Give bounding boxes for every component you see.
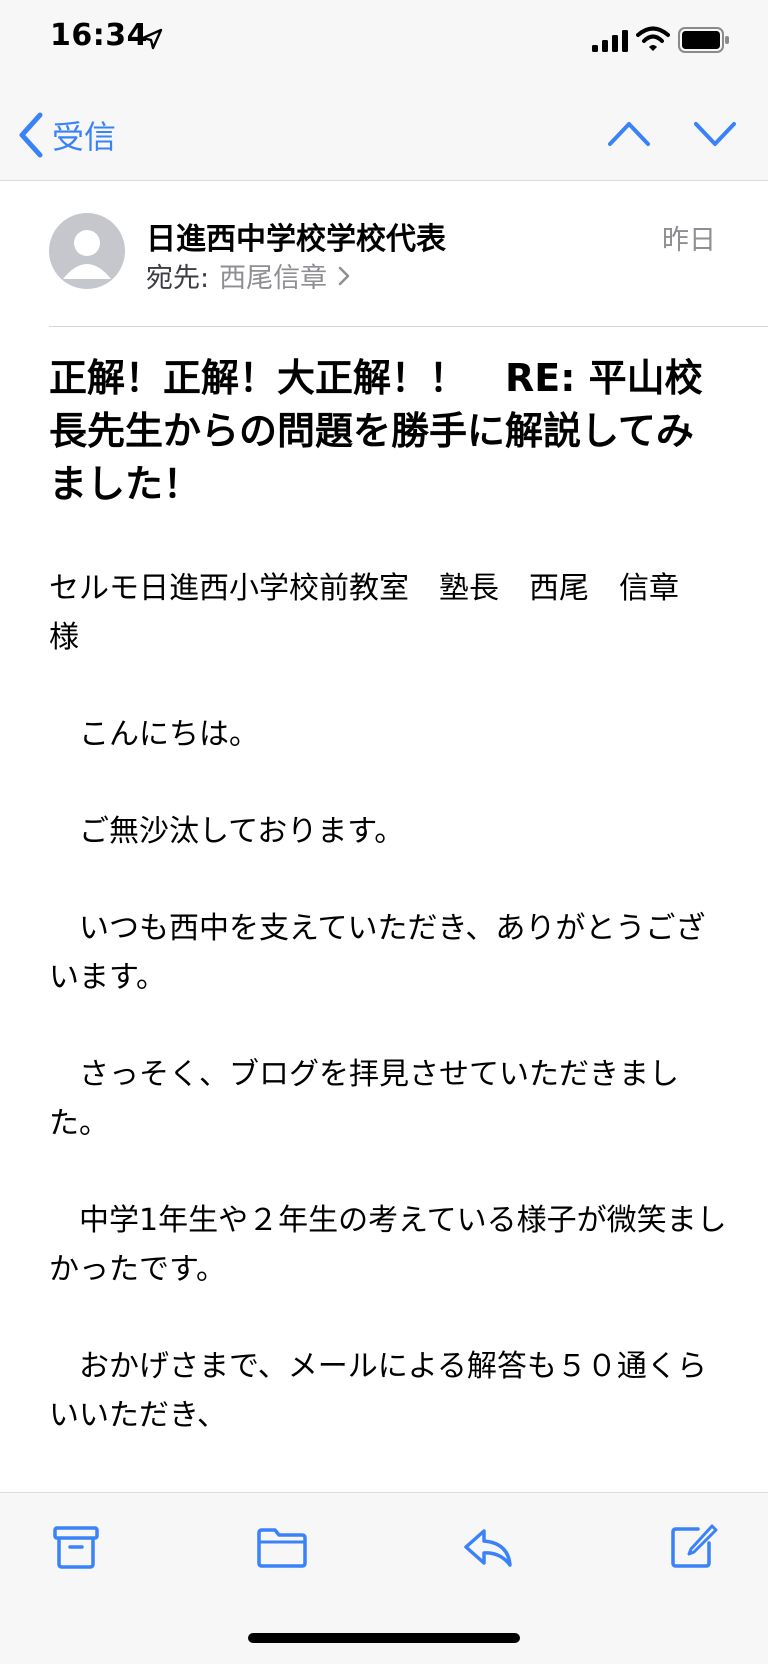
home-indicator[interactable] [248, 1633, 520, 1643]
email-subject: 正解！正解！大正解！！ RE: 平山校長先生からの問題を勝手に解説してみました！ [49, 356, 703, 506]
folder-icon[interactable] [256, 1523, 308, 1571]
header-divider [49, 326, 768, 327]
chevron-left-icon [19, 112, 43, 158]
compose-icon[interactable] [668, 1523, 720, 1571]
wifi-icon [636, 26, 670, 51]
recipient-row[interactable]: 宛先: 西尾信章 [146, 256, 351, 295]
to-label: 宛先: [146, 263, 210, 294]
status-time: 16:34 [50, 18, 148, 53]
back-label: 受信 [52, 118, 117, 156]
body-paragraph: 中学1年生や２年生の考えている様子が微笑ましかったです。 [49, 1203, 727, 1287]
body-paragraph: おかげさまで、メールによる解答も５０通くらいいただき、 [49, 1349, 707, 1433]
message-date: 昨日 [662, 225, 716, 256]
previous-message-button[interactable] [606, 118, 652, 150]
body-paragraph: こんにちは。 [49, 717, 259, 752]
back-button[interactable]: 受信 [16, 110, 116, 160]
chevron-right-icon [338, 266, 350, 285]
avatar[interactable] [49, 213, 125, 289]
sender-name[interactable]: 日進西中学校学校代表 [146, 214, 446, 258]
body-paragraph: ご無沙汰しております。 [49, 814, 405, 849]
recipient-name[interactable]: 西尾信章 [219, 256, 327, 295]
body-paragraph: さっそく、ブログを拝見させていただきました。 [49, 1057, 679, 1141]
body-paragraph: いつも西中を支えていただき、ありがとうございます。 [49, 911, 706, 995]
location-arrow-icon [141, 28, 163, 50]
reply-icon[interactable] [462, 1523, 514, 1571]
archive-icon[interactable] [50, 1523, 102, 1571]
battery-icon [678, 27, 729, 53]
signal-icon [592, 30, 628, 52]
email-body: セルモ日進西小学校前教室 塾長 西尾 信章 様 こんにちは。 ご無沙汰しておりま… [49, 564, 729, 1488]
body-paragraph: セルモ日進西小学校前教室 塾長 西尾 信章 様 [49, 571, 709, 655]
next-message-button[interactable] [692, 118, 738, 150]
avatar-icon [63, 230, 111, 279]
